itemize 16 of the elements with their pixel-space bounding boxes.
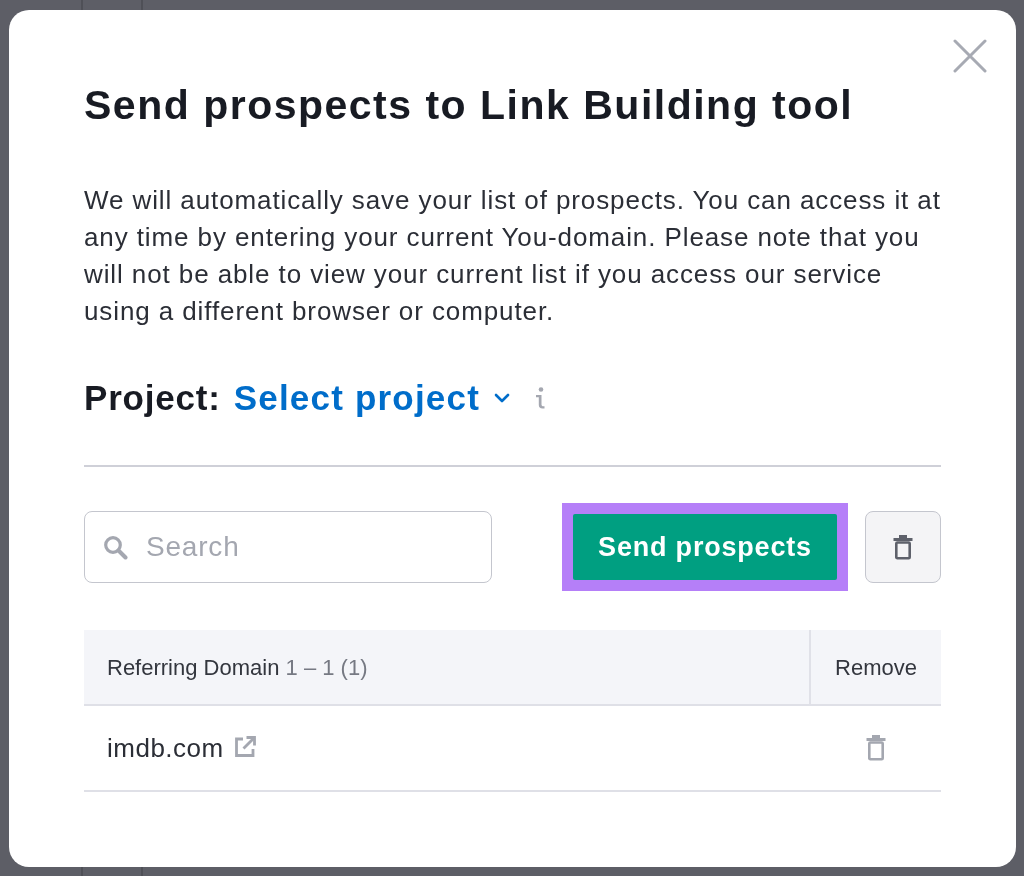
- trash-icon: [893, 534, 913, 560]
- project-label: Project:: [84, 377, 221, 419]
- info-icon[interactable]: [534, 387, 546, 409]
- column-header: Referring Domain 1 – 1 (1): [84, 630, 810, 705]
- chevron-down-icon: [494, 393, 511, 403]
- project-dropdown[interactable]: Select project: [233, 376, 511, 420]
- domain-link[interactable]: imdb.com: [107, 732, 224, 763]
- search-field[interactable]: Search: [84, 511, 492, 583]
- column-header: Remove: [810, 630, 941, 705]
- dialog-title: Send prospects to Link Building tool: [84, 81, 855, 129]
- dialog-description: We will automatically save your list of prospects. You can access it at any time by entering your current You-domain. Please note that you will not be able to view your current list if you access our service using a different browser or computer.: [84, 184, 941, 328]
- send-prospects-button[interactable]: Send prospects: [573, 514, 837, 580]
- delete-button[interactable]: [865, 511, 941, 583]
- trash-icon[interactable]: [865, 735, 886, 761]
- close-icon[interactable]: [953, 39, 987, 73]
- search-icon: [103, 535, 128, 560]
